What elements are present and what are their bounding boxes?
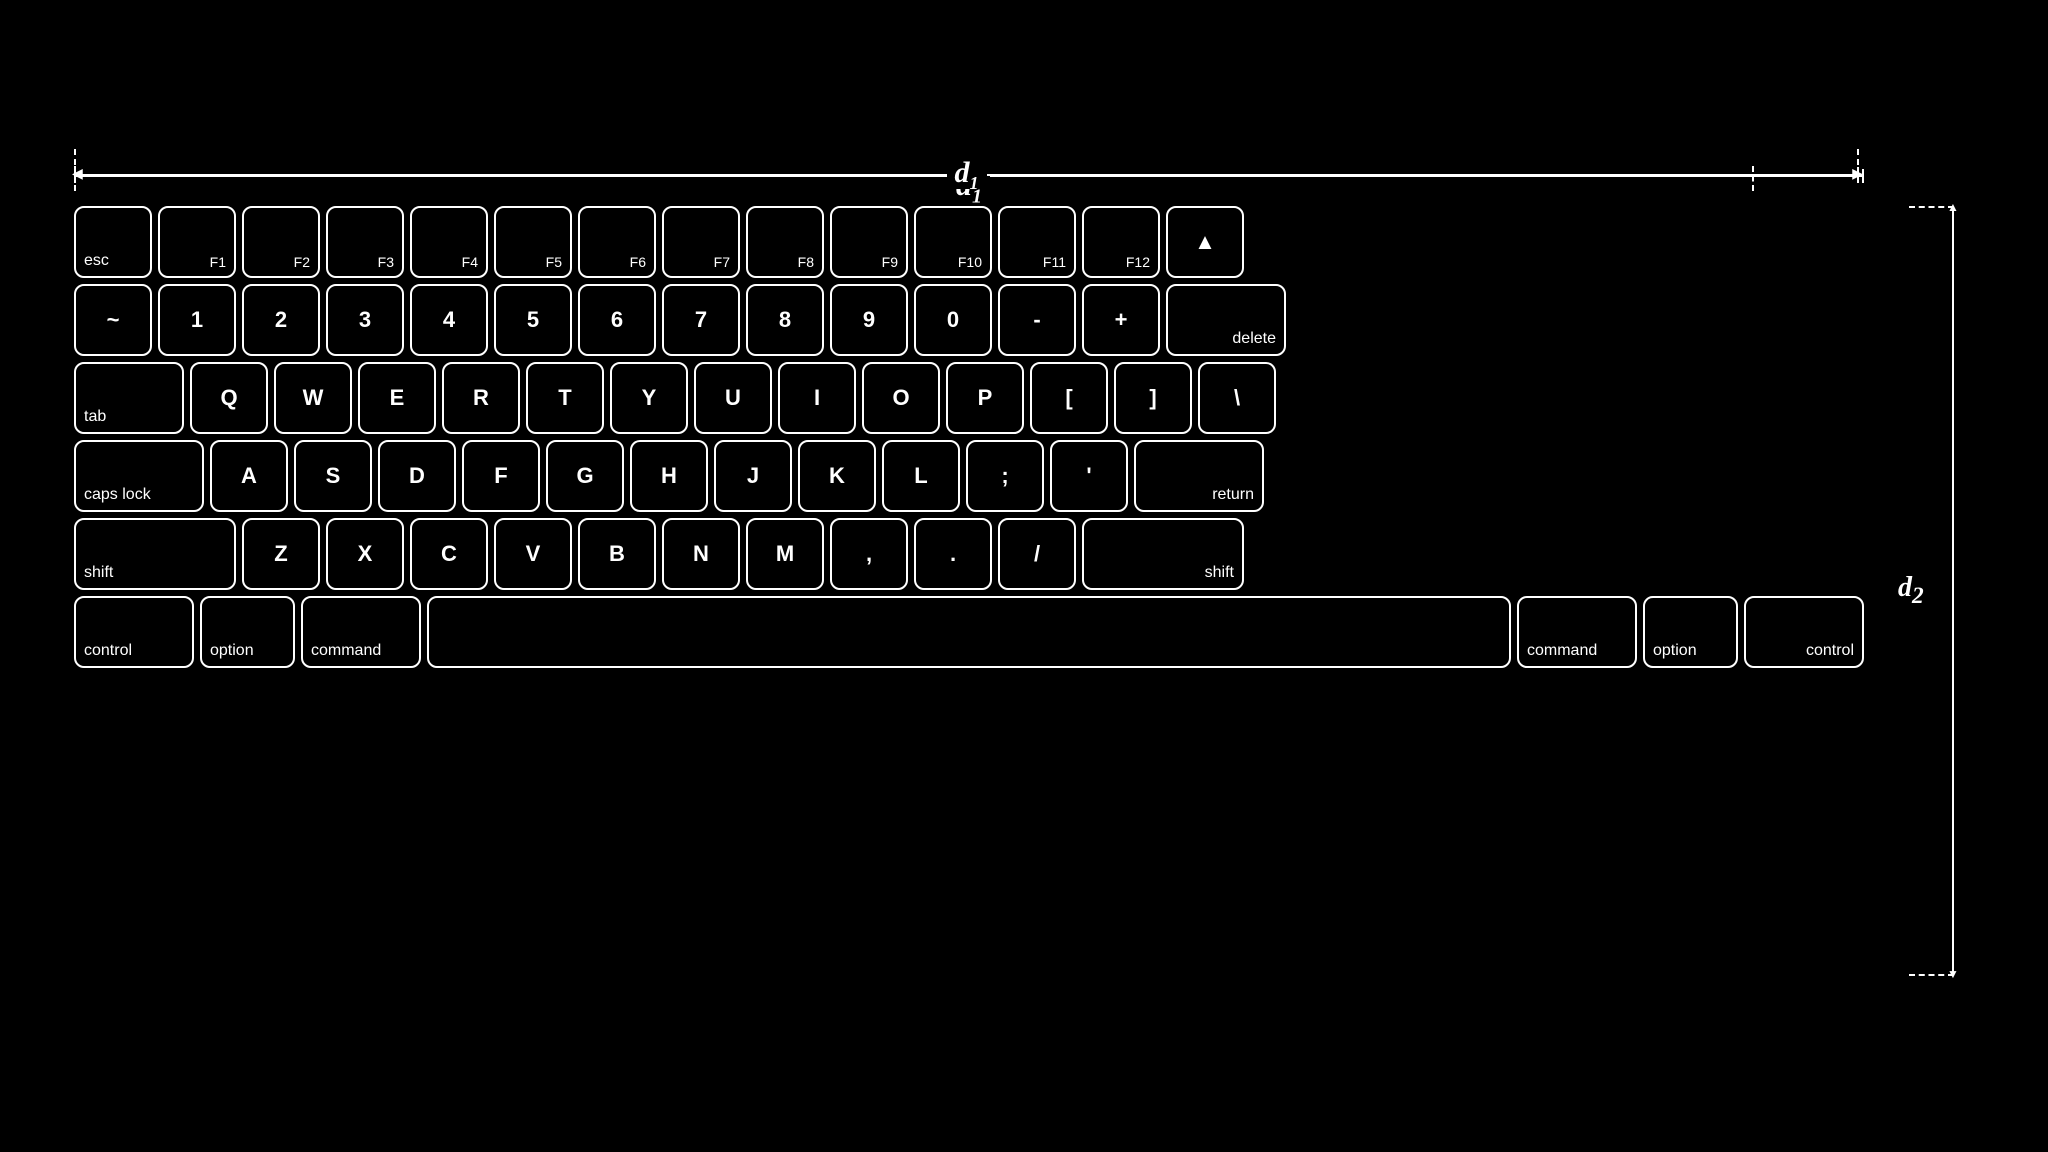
key-command-right[interactable]: command bbox=[1517, 596, 1637, 668]
key-minus[interactable]: - bbox=[998, 284, 1076, 356]
key-3[interactable]: 3 bbox=[326, 284, 404, 356]
caps-key-row: caps lock A S D F G H J K L ; ' return bbox=[74, 440, 1864, 512]
key-l[interactable]: L bbox=[882, 440, 960, 512]
key-w[interactable]: W bbox=[274, 362, 352, 434]
key-f6[interactable]: F6 bbox=[578, 206, 656, 278]
key-m[interactable]: M bbox=[746, 518, 824, 590]
d2-label: d2 bbox=[1894, 568, 1928, 614]
key-shift-left[interactable]: shift bbox=[74, 518, 236, 590]
key-q[interactable]: Q bbox=[190, 362, 268, 434]
key-a[interactable]: A bbox=[210, 440, 288, 512]
key-f8[interactable]: F8 bbox=[746, 206, 824, 278]
key-4[interactable]: 4 bbox=[410, 284, 488, 356]
key-u[interactable]: U bbox=[694, 362, 772, 434]
key-f7[interactable]: F7 bbox=[662, 206, 740, 278]
d2-line: ▲ ▼ bbox=[1952, 206, 1954, 976]
key-f5[interactable]: F5 bbox=[494, 206, 572, 278]
key-control-left[interactable]: control bbox=[74, 596, 194, 668]
key-command-left[interactable]: command bbox=[301, 596, 421, 668]
key-delete[interactable]: delete bbox=[1166, 284, 1286, 356]
key-2[interactable]: 2 bbox=[242, 284, 320, 356]
key-tab[interactable]: tab bbox=[74, 362, 184, 434]
key-comma[interactable]: , bbox=[830, 518, 908, 590]
number-key-row: ~ 1 2 3 4 5 6 7 8 9 0 - + delete bbox=[74, 284, 1864, 356]
key-o[interactable]: O bbox=[862, 362, 940, 434]
modifier-key-row: control option command command option co… bbox=[74, 596, 1864, 668]
shift-key-row: shift Z X C V B N M , . / shift bbox=[74, 518, 1864, 590]
d1-label: d1 bbox=[948, 166, 990, 208]
key-option-left[interactable]: option bbox=[200, 596, 295, 668]
key-j[interactable]: J bbox=[714, 440, 792, 512]
key-eject[interactable]: ▲ bbox=[1166, 206, 1244, 278]
key-d[interactable]: D bbox=[378, 440, 456, 512]
key-y[interactable]: Y bbox=[610, 362, 688, 434]
key-1[interactable]: 1 bbox=[158, 284, 236, 356]
key-f12[interactable]: F12 bbox=[1082, 206, 1160, 278]
key-g[interactable]: G bbox=[546, 440, 624, 512]
key-x[interactable]: X bbox=[326, 518, 404, 590]
key-h[interactable]: H bbox=[630, 440, 708, 512]
dimension-d2: ▲ ▼ d2 bbox=[1904, 206, 1954, 976]
key-8[interactable]: 8 bbox=[746, 284, 824, 356]
key-b[interactable]: B bbox=[578, 518, 656, 590]
key-shift-right[interactable]: shift bbox=[1082, 518, 1244, 590]
key-backslash[interactable]: \ bbox=[1198, 362, 1276, 434]
key-p[interactable]: P bbox=[946, 362, 1024, 434]
main-container: d1 esc F1 F2 F3 F4 F5 F6 F7 F8 F9 F10 F1… bbox=[74, 126, 1974, 1026]
key-6[interactable]: 6 bbox=[578, 284, 656, 356]
key-r[interactable]: R bbox=[442, 362, 520, 434]
key-c[interactable]: C bbox=[410, 518, 488, 590]
key-space[interactable] bbox=[427, 596, 1511, 668]
key-f10[interactable]: F10 bbox=[914, 206, 992, 278]
key-option-right[interactable]: option bbox=[1643, 596, 1738, 668]
key-f11[interactable]: F11 bbox=[998, 206, 1076, 278]
key-plus[interactable]: + bbox=[1082, 284, 1160, 356]
key-capslock[interactable]: caps lock bbox=[74, 440, 204, 512]
key-semicolon[interactable]: ; bbox=[966, 440, 1044, 512]
key-9[interactable]: 9 bbox=[830, 284, 908, 356]
key-f4[interactable]: F4 bbox=[410, 206, 488, 278]
key-return[interactable]: return bbox=[1134, 440, 1264, 512]
key-z[interactable]: Z bbox=[242, 518, 320, 590]
key-t[interactable]: T bbox=[526, 362, 604, 434]
key-e[interactable]: E bbox=[358, 362, 436, 434]
key-f2[interactable]: F2 bbox=[242, 206, 320, 278]
key-v[interactable]: V bbox=[494, 518, 572, 590]
key-f1[interactable]: F1 bbox=[158, 206, 236, 278]
tab-key-row: tab Q W E R T Y U I O P [ ] \ bbox=[74, 362, 1864, 434]
key-5[interactable]: 5 bbox=[494, 284, 572, 356]
key-s[interactable]: S bbox=[294, 440, 372, 512]
key-quote[interactable]: ' bbox=[1050, 440, 1128, 512]
key-n[interactable]: N bbox=[662, 518, 740, 590]
key-slash[interactable]: / bbox=[998, 518, 1076, 590]
key-esc[interactable]: esc bbox=[74, 206, 152, 278]
function-key-row: esc F1 F2 F3 F4 F5 F6 F7 F8 F9 F10 F11 F… bbox=[74, 206, 1864, 278]
dimension-d1: d1 bbox=[74, 156, 1864, 196]
key-lbracket[interactable]: [ bbox=[1030, 362, 1108, 434]
key-k[interactable]: K bbox=[798, 440, 876, 512]
key-tilde[interactable]: ~ bbox=[74, 284, 152, 356]
key-0[interactable]: 0 bbox=[914, 284, 992, 356]
key-i[interactable]: I bbox=[778, 362, 856, 434]
d1-line-overlay: ◀ ▶ bbox=[74, 174, 1859, 176]
key-control-right[interactable]: control bbox=[1744, 596, 1864, 668]
key-period[interactable]: . bbox=[914, 518, 992, 590]
key-f9[interactable]: F9 bbox=[830, 206, 908, 278]
key-f[interactable]: F bbox=[462, 440, 540, 512]
key-rbracket[interactable]: ] bbox=[1114, 362, 1192, 434]
key-f3[interactable]: F3 bbox=[326, 206, 404, 278]
keyboard: esc F1 F2 F3 F4 F5 F6 F7 F8 F9 F10 F11 F… bbox=[74, 206, 1864, 976]
d1-bracket-right bbox=[1752, 166, 1754, 191]
key-7[interactable]: 7 bbox=[662, 284, 740, 356]
